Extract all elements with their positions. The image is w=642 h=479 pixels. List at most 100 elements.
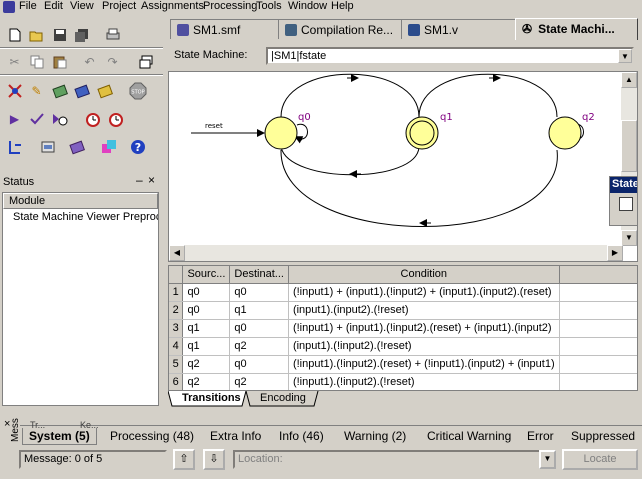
tab-critical-warning[interactable]: Critical Warning [421, 428, 517, 445]
row-number[interactable]: 6 [169, 373, 184, 390]
tab-compilation-report[interactable]: Compilation Re... [278, 19, 402, 39]
tab-error[interactable]: Error [521, 428, 560, 445]
condition-cell[interactable]: (input1).(!input2).(!reset) [288, 337, 560, 356]
scroll-left-icon[interactable]: ◀ [169, 245, 185, 261]
menu-view[interactable]: View [67, 0, 97, 13]
tab-transitions[interactable]: Transitions [176, 391, 247, 407]
module-column-header[interactable]: Module [3, 193, 158, 209]
menu-project[interactable]: Project [99, 0, 139, 13]
state-machine-dropdown[interactable]: |SM1|fstate ▼ [266, 47, 634, 65]
row-number[interactable]: 3 [169, 319, 184, 338]
close-icon[interactable]: × [148, 173, 155, 187]
scroll-up-icon[interactable]: ▲ [621, 72, 637, 88]
chip-planner-icon[interactable] [67, 137, 86, 156]
save-all-icon[interactable] [72, 25, 91, 44]
vertical-scroll-thumb[interactable] [621, 120, 637, 172]
condition-cell[interactable]: (!input1) + (input1).(!input2).(reset) +… [288, 319, 560, 338]
rtl-viewer-icon[interactable] [5, 81, 24, 100]
menu-window[interactable]: Window [285, 0, 330, 13]
state-q1[interactable] [405, 116, 439, 150]
timing-analysis-icon[interactable] [50, 109, 69, 128]
source-column-header[interactable]: Sourc... [182, 266, 231, 284]
row-number[interactable]: 5 [169, 355, 184, 374]
tab-processing[interactable]: Processing (48) [104, 428, 200, 445]
scroll-right-icon[interactable]: ▶ [607, 245, 623, 261]
minimize-icon[interactable]: – [136, 173, 143, 187]
row-number[interactable]: 4 [169, 337, 184, 356]
menu-processing[interactable]: Processing [200, 0, 260, 13]
destination-cell[interactable]: q2 [229, 373, 289, 390]
tab-info[interactable]: Info (46) [273, 428, 330, 445]
destination-cell[interactable]: q0 [229, 283, 289, 302]
condition-cell[interactable]: (!input1) + (input1).(!input2) + (input1… [288, 283, 560, 302]
tab-sm1-smf[interactable]: SM1.smf [170, 19, 279, 39]
pencil-icon[interactable]: ✎ [27, 81, 46, 100]
pin-planner-icon[interactable] [72, 81, 91, 100]
save-icon[interactable] [50, 25, 69, 44]
table-row[interactable]: 1 q0 q0 (!input1) + (input1).(!input2) + (i… [169, 283, 637, 302]
condition-cell[interactable]: (input1).(input2).(!reset) [288, 301, 560, 320]
cut-icon[interactable]: ✂ [5, 52, 24, 71]
menu-assignments[interactable]: Assignments [138, 0, 207, 13]
analysis-check-icon[interactable] [27, 109, 46, 128]
copy-icon[interactable] [27, 52, 46, 71]
timer-icon[interactable] [83, 109, 102, 128]
table-row[interactable]: 4 q1 q2 (input1).(!input2).(!reset) [169, 337, 637, 356]
assignment-editor-icon[interactable] [50, 81, 69, 100]
location-dropdown-chevron-icon[interactable]: ▼ [539, 450, 556, 469]
source-cell[interactable]: q2 [182, 355, 231, 374]
status-row[interactable]: State Machine Viewer Preproc [3, 209, 158, 225]
netlist-icon[interactable] [5, 137, 24, 156]
source-cell[interactable]: q0 [182, 283, 231, 302]
state-q2[interactable] [548, 116, 582, 150]
start-compilation-icon[interactable]: ▶ [5, 109, 24, 128]
tab-state-machine[interactable]: ✇ State Machi... [515, 18, 638, 40]
source-cell[interactable]: q0 [182, 301, 231, 320]
source-cell[interactable]: q1 [182, 319, 231, 338]
help-icon[interactable]: ? [128, 137, 147, 156]
settings-chip-icon[interactable] [95, 81, 114, 100]
destination-cell[interactable]: q2 [229, 337, 289, 356]
destination-cell[interactable]: q0 [229, 355, 289, 374]
tab-warning[interactable]: Warning (2) [338, 428, 412, 445]
tab-extra-info[interactable]: Extra Info [204, 428, 267, 445]
redo-icon[interactable]: ↷ [103, 52, 122, 71]
locate-button[interactable]: Locate [562, 449, 638, 470]
table-row[interactable]: 6 q2 q2 (!input1).(!input2).(!reset) [169, 373, 637, 390]
destination-cell[interactable]: q0 [229, 319, 289, 338]
new-file-icon[interactable] [5, 25, 24, 44]
menu-edit[interactable]: Edit [41, 0, 66, 13]
table-row[interactable]: 5 q2 q0 (!input1).(!input2).(reset) + (!inp… [169, 355, 637, 374]
previous-message-button[interactable]: ⇧ [173, 449, 195, 470]
condition-cell[interactable]: (!input1).(!input2).(!reset) [288, 373, 560, 390]
table-row[interactable]: 3 q1 q0 (!input1) + (input1).(!input2).(res… [169, 319, 637, 338]
diagram-horizontal-scrollbar[interactable]: ◀ ▶ [169, 245, 623, 261]
table-row[interactable]: 2 q0 q1 (input1).(input2).(!reset) [169, 301, 637, 320]
source-cell[interactable]: q2 [182, 373, 231, 390]
state-q0[interactable] [264, 116, 298, 150]
programmer-icon[interactable] [38, 137, 57, 156]
megawizard-icon[interactable] [99, 137, 118, 156]
tab-system[interactable]: System (5) [22, 428, 97, 445]
window-icon[interactable] [136, 52, 155, 71]
scroll-down-icon[interactable]: ▼ [621, 230, 637, 246]
next-message-button[interactable]: ⇩ [203, 449, 225, 470]
chevron-down-icon[interactable]: ▼ [618, 49, 632, 63]
menu-file[interactable]: File [16, 0, 40, 13]
condition-column-header[interactable]: Condition [288, 266, 560, 284]
tab-sm1-v[interactable]: SM1.v [401, 19, 516, 39]
state-tool-icon[interactable] [619, 197, 633, 211]
menu-tools[interactable]: Tools [253, 0, 285, 13]
tab-suppressed[interactable]: Suppressed [565, 428, 641, 445]
app-icon[interactable] [3, 1, 15, 13]
destination-column-header[interactable]: Destinat... [229, 266, 289, 284]
destination-cell[interactable]: q1 [229, 301, 289, 320]
paste-icon[interactable] [50, 52, 69, 71]
location-field[interactable]: Location: [233, 450, 556, 469]
print-icon[interactable] [103, 25, 122, 44]
tab-encoding[interactable]: Encoding [254, 391, 312, 407]
row-number[interactable]: 2 [169, 301, 184, 320]
undo-icon[interactable]: ↶ [80, 52, 99, 71]
timer-report-icon[interactable] [106, 109, 125, 128]
stop-icon[interactable]: STOP [128, 81, 147, 100]
